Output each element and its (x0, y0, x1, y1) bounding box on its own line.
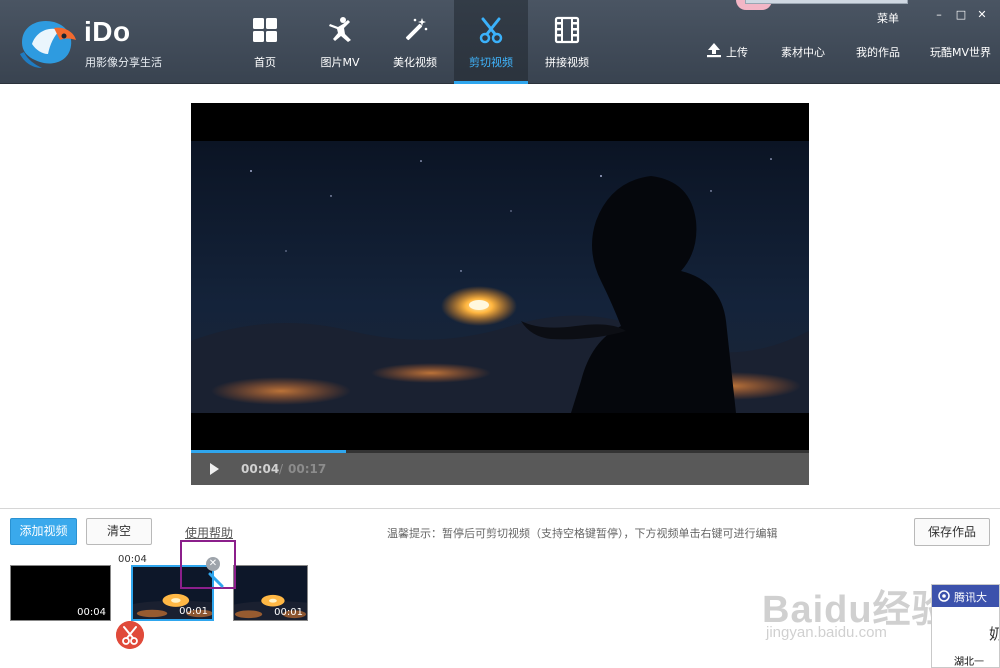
scissors-icon[interactable] (116, 621, 144, 649)
player-controls: 00:04 / 00:17 (191, 453, 809, 485)
cut-marker-time: 00:04 (118, 554, 147, 565)
tab-join-video[interactable]: 拼接视频 (530, 0, 604, 84)
mv-world-link[interactable]: 玩酷MV世界 (930, 44, 991, 60)
tencent-icon (938, 590, 950, 602)
clip-duration: 00:01 (274, 607, 303, 618)
tab-picture-mv-label: 图片MV (320, 56, 360, 69)
top-bar: iDo 用影像分享生活 首页 图片MV 美化视频 剪切视频 拼接视频 菜单 – … (0, 0, 1000, 84)
app-slogan: 用影像分享生活 (85, 56, 162, 69)
timeline-clip[interactable]: 00:04 (10, 565, 111, 621)
tab-picture-mv[interactable]: 图片MV (303, 0, 377, 84)
popup-title: 腾讯大 (954, 591, 987, 604)
tab-join-video-label: 拼接视频 (545, 56, 589, 69)
window-strip (745, 0, 908, 4)
app-name: iDo (84, 16, 131, 47)
upload-icon (707, 43, 721, 58)
video-player[interactable]: 00:04 / 00:17 (191, 103, 809, 485)
clear-button[interactable]: 清空 (86, 518, 152, 545)
tab-home-label: 首页 (254, 56, 276, 69)
add-video-button[interactable]: 添加视频 (10, 518, 77, 545)
watermark-sub: jingyan.baidu.com (766, 624, 887, 641)
maximize-button[interactable]: □ (954, 8, 968, 21)
menu-button[interactable]: 菜单 (877, 10, 899, 26)
tab-beautify-video[interactable]: 美化视频 (378, 0, 452, 84)
my-works-link[interactable]: 我的作品 (856, 44, 900, 60)
close-button[interactable]: ✕ (975, 8, 989, 21)
tab-home[interactable]: 首页 (228, 0, 302, 84)
current-time: 00:04 (241, 462, 280, 476)
minimize-button[interactable]: – (932, 8, 946, 21)
ido-logo-icon (20, 20, 76, 68)
popup-headline: 奶 (989, 623, 999, 644)
grid-icon (253, 18, 277, 42)
scissors-icon (479, 17, 503, 44)
film-strip-icon (554, 16, 580, 44)
clip-duration: 00:04 (77, 607, 106, 618)
tab-cut-video-label: 剪切视频 (469, 56, 513, 69)
time-separator: / (279, 462, 284, 476)
video-frame (191, 141, 809, 413)
popup-prefix: 湖北 (954, 657, 974, 668)
tencent-news-popup[interactable]: 腾讯大 奶 湖北一 湖北 (931, 584, 1000, 668)
total-time: 00:17 (288, 462, 327, 476)
tip-text: 温馨提示：暂停后可剪切视频（支持空格键暂停），下方视频单击右键可进行编辑 (387, 527, 778, 540)
save-work-button[interactable]: 保存作品 (914, 518, 990, 546)
play-icon[interactable] (207, 462, 221, 476)
material-center-link[interactable]: 素材中心 (781, 44, 825, 60)
clip-duration: 00:01 (179, 606, 208, 617)
cut-handle-icon[interactable] (208, 572, 224, 588)
magic-wand-icon (405, 18, 428, 41)
baidu-watermark: Baidu经验 jingyan.baidu.com (762, 578, 951, 641)
close-icon[interactable]: ✕ (206, 557, 220, 571)
tab-beautify-video-label: 美化视频 (393, 56, 437, 69)
upload-link[interactable]: 上传 (726, 44, 748, 60)
active-tab-indicator (454, 81, 528, 84)
help-link[interactable]: 使用帮助 (185, 524, 233, 541)
toolbar-divider (0, 508, 1000, 509)
popup-header: 腾讯大 (932, 585, 999, 607)
dancer-icon (329, 17, 351, 42)
tab-cut-video[interactable]: 剪切视频 (454, 0, 528, 84)
timeline-clip[interactable]: 00:01 (233, 565, 308, 621)
